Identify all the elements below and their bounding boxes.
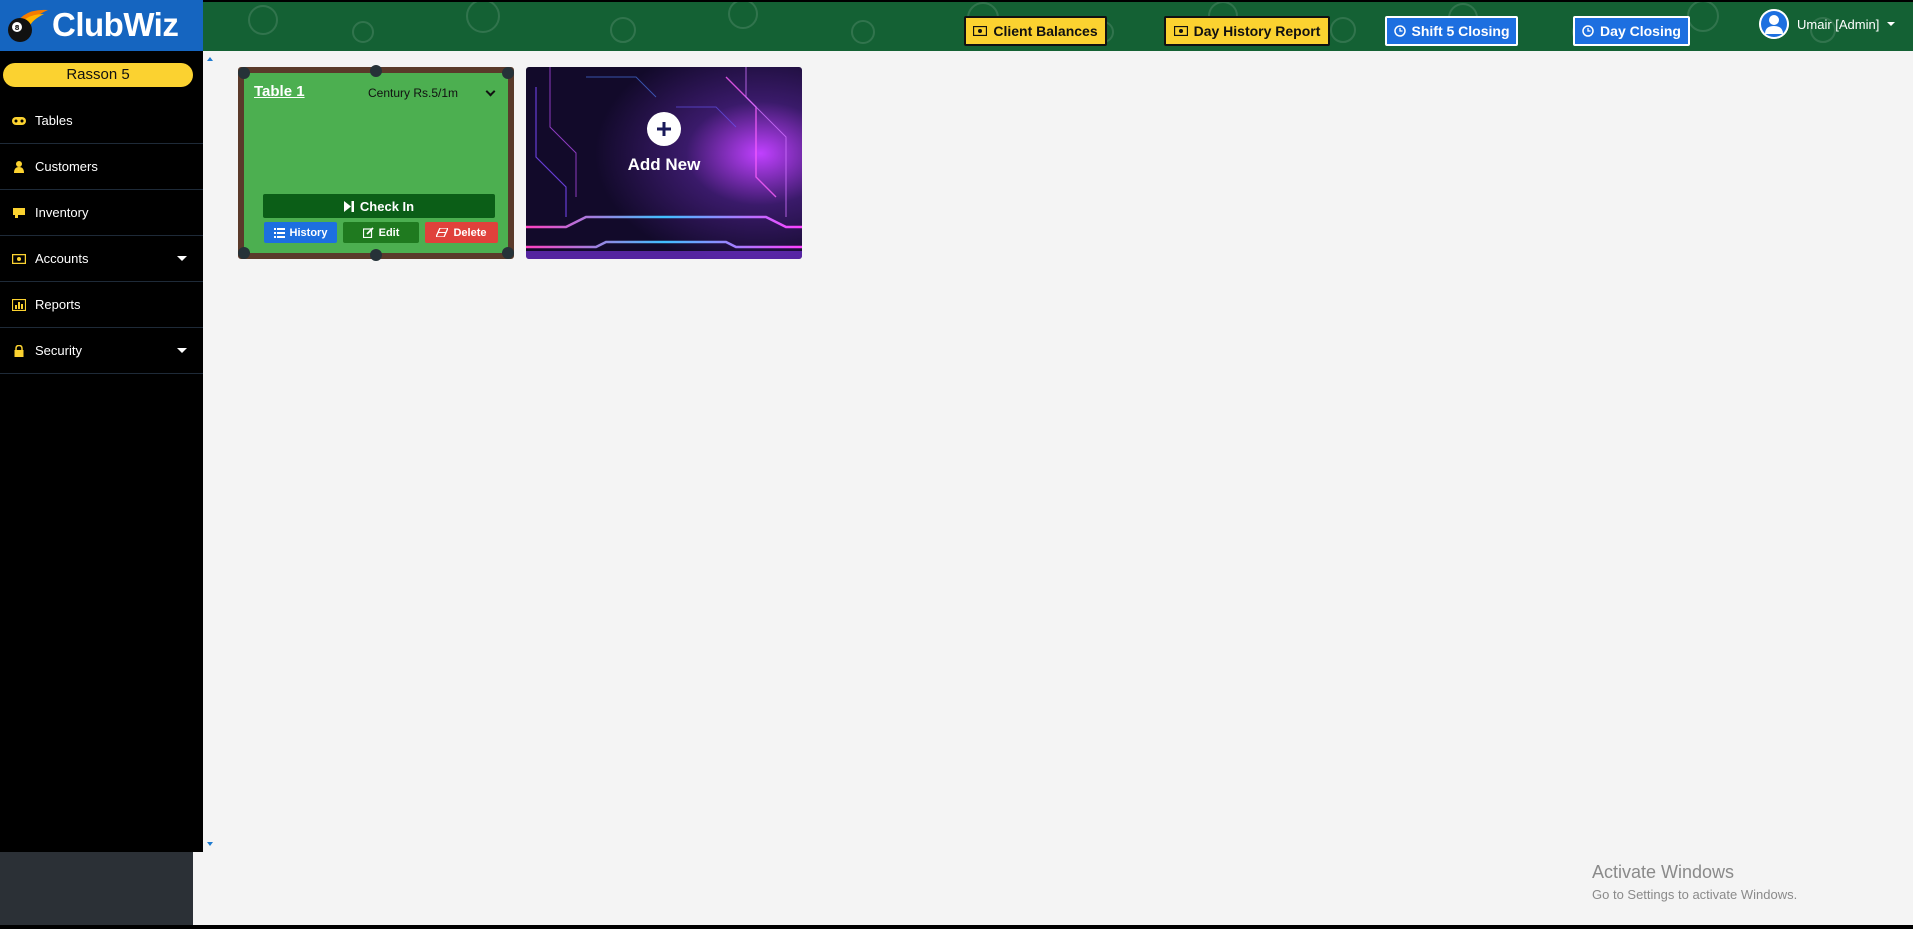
- sidebar-item-tables[interactable]: Tables: [0, 98, 203, 144]
- scroll-down-arrow-icon[interactable]: [207, 842, 213, 846]
- sidebar-item-label: Reports: [35, 297, 81, 312]
- billiard-ball-logo-icon: 8: [8, 9, 48, 42]
- scroll-up-arrow-icon[interactable]: [207, 57, 213, 61]
- money-icon: [12, 252, 26, 266]
- shift-closing-button[interactable]: Shift 5 Closing: [1385, 16, 1518, 46]
- sidebar-menu: Tables Customers Inventory Accounts Repo…: [0, 98, 203, 374]
- app-name: ClubWiz: [52, 6, 179, 43]
- lock-icon: [12, 344, 26, 358]
- shift-closing-label: Shift 5 Closing: [1411, 23, 1510, 39]
- edit-label: Edit: [378, 226, 400, 239]
- eraser-icon: [436, 228, 449, 237]
- pocket: [370, 65, 382, 77]
- user-avatar-icon: [1759, 9, 1789, 39]
- day-history-report-label: Day History Report: [1193, 23, 1321, 39]
- day-closing-button[interactable]: Day Closing: [1573, 16, 1690, 46]
- windows-activation-watermark: Activate Windows Go to Settings to activ…: [1592, 862, 1797, 902]
- sidebar-item-security[interactable]: Security: [0, 328, 203, 374]
- sidebar-item-label: Accounts: [35, 251, 89, 266]
- sidebar-item-accounts[interactable]: Accounts: [0, 236, 203, 282]
- branch-badge[interactable]: Rasson 5: [3, 63, 193, 87]
- user-icon: [12, 160, 26, 174]
- content-strip: [193, 852, 203, 925]
- add-new-label: Add New: [627, 155, 701, 174]
- sidebar-item-reports[interactable]: Reports: [0, 282, 203, 328]
- svg-text:8: 8: [15, 24, 20, 32]
- sidebar-item-customers[interactable]: Customers: [0, 144, 203, 190]
- check-in-button[interactable]: Check In: [263, 194, 495, 218]
- gamepad-icon: [12, 114, 26, 128]
- day-closing-label: Day Closing: [1600, 23, 1681, 39]
- list-icon: [273, 227, 285, 238]
- client-balances-label: Client Balances: [993, 23, 1098, 39]
- delete-label: Delete: [453, 226, 487, 239]
- user-name: Umair [Admin]: [1797, 16, 1880, 32]
- pocket: [238, 67, 250, 79]
- add-icon: [647, 112, 681, 146]
- sidebar: 8 ClubWiz Rasson 5 Tables Customers Inve…: [0, 0, 203, 852]
- table-name-link[interactable]: Table 1: [254, 83, 305, 100]
- delete-button[interactable]: Delete: [425, 222, 498, 243]
- check-in-label: Check In: [359, 198, 415, 214]
- caret-down-icon: [177, 348, 187, 353]
- avatar: [1759, 9, 1789, 39]
- money-icon: [973, 26, 988, 36]
- sidebar-footer: [0, 852, 193, 925]
- chart-icon: [12, 298, 26, 312]
- money-icon: [1173, 26, 1188, 36]
- app-logo[interactable]: 8 ClubWiz: [0, 0, 203, 51]
- chevron-down-icon: [485, 86, 496, 96]
- day-history-report-button[interactable]: Day History Report: [1164, 16, 1330, 46]
- sidebar-item-label: Customers: [35, 159, 98, 174]
- sidebar-item-label: Inventory: [35, 205, 89, 220]
- rate-select[interactable]: Century Rs.5/1m: [368, 86, 498, 100]
- pocket: [370, 249, 382, 261]
- edit-button[interactable]: Edit: [343, 222, 419, 243]
- main-content: Table 1 Century Rs.5/1m Check In History…: [203, 51, 1913, 925]
- history-label: History: [289, 226, 328, 239]
- client-balances-button[interactable]: Client Balances: [964, 16, 1107, 46]
- user-menu[interactable]: Umair [Admin]: [1759, 9, 1896, 39]
- pocket: [502, 67, 514, 79]
- sidebar-item-inventory[interactable]: Inventory: [0, 190, 203, 236]
- caret-down-icon: [1887, 22, 1896, 26]
- clock-icon: [1393, 25, 1406, 37]
- sidebar-item-label: Tables: [35, 113, 73, 128]
- step-forward-icon: [343, 200, 354, 212]
- pocket: [502, 247, 514, 259]
- rate-select-value: Century Rs.5/1m: [368, 86, 459, 100]
- clock-icon: [1582, 25, 1594, 37]
- history-button[interactable]: History: [264, 222, 337, 243]
- watermark-title: Activate Windows: [1592, 862, 1735, 882]
- edit-icon: [362, 227, 374, 238]
- add-new-table-card[interactable]: Add New: [526, 67, 802, 259]
- caret-down-icon: [177, 256, 187, 261]
- watermark-subtitle: Go to Settings to activate Windows.: [1592, 887, 1798, 902]
- sidebar-item-label: Security: [35, 343, 82, 358]
- table-card[interactable]: Table 1 Century Rs.5/1m Check In History…: [238, 65, 514, 261]
- top-bar: Client Balances Day History Report Shift…: [203, 2, 1913, 51]
- pocket: [238, 247, 250, 259]
- inventory-icon: [12, 206, 26, 220]
